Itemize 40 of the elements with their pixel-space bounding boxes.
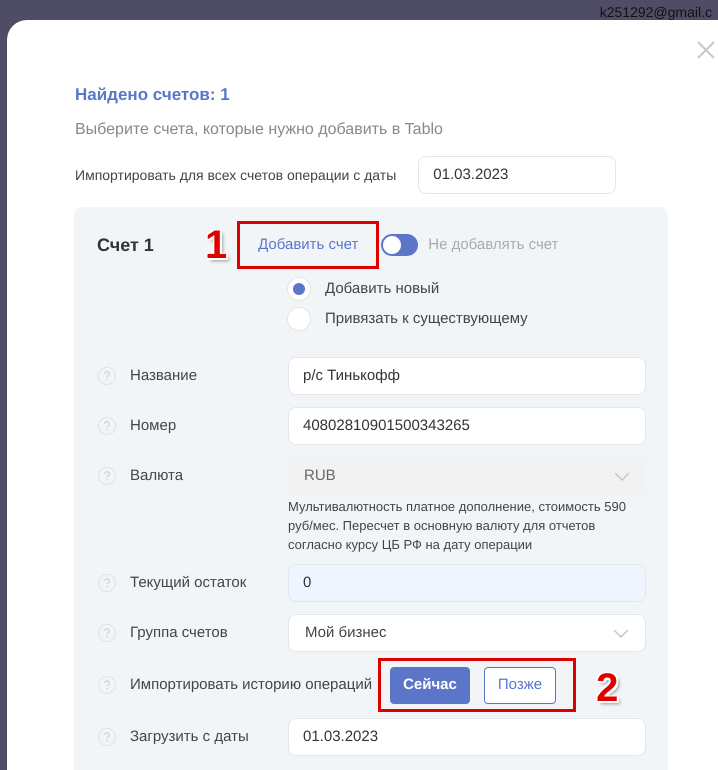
field-label: Импортировать для всех счетов операции с даты <box>75 166 396 185</box>
select-field[interactable]: Мой бизнес <box>288 614 646 652</box>
text-field[interactable]: 0 <box>288 564 646 602</box>
close-icon[interactable] <box>696 40 716 60</box>
chevron-down-icon <box>613 628 629 638</box>
field-note: Мультивалютность платное дополнение, стоимость 590 руб/мес. Пересчет в основную валюту для отчетов согласно курсу ЦБ РФ на дату операции <box>288 498 627 554</box>
import-option-button[interactable]: Позже <box>484 666 556 704</box>
help-icon[interactable] <box>98 676 116 694</box>
help-icon[interactable] <box>98 417 116 435</box>
callout-number: 1 <box>205 225 228 265</box>
help-icon[interactable] <box>98 574 116 592</box>
toggle-switch[interactable] <box>381 234 418 256</box>
radio-label: Добавить новый <box>325 278 440 299</box>
radio-button[interactable] <box>287 277 311 301</box>
callout-number: 2 <box>596 666 618 710</box>
help-icon[interactable] <box>98 367 116 385</box>
chevron-down-icon <box>614 472 630 480</box>
field-label: Импортировать историю операций <box>130 674 372 695</box>
modal-title: Найдено счетов: 1 <box>75 84 231 106</box>
radio-button[interactable] <box>287 307 311 331</box>
field-label: Название <box>130 366 198 386</box>
date-field[interactable]: 01.03.2023 <box>418 156 616 194</box>
user-email: k251292@gmail.c <box>600 4 712 20</box>
field-label: Текущий остаток <box>130 572 248 593</box>
radio-label: Привязать к существующему <box>325 308 528 329</box>
account-title: Счет 1 <box>97 234 155 256</box>
toggle-label: Не добавлять счет <box>428 234 558 255</box>
field-label: Группа счетов <box>130 622 229 643</box>
modal-subtitle: Выберите счета, которые нужно добавить в Tablo <box>75 120 444 140</box>
help-icon[interactable] <box>98 728 116 746</box>
text-field[interactable]: 01.03.2023 <box>288 718 646 756</box>
help-icon[interactable] <box>98 624 116 642</box>
field-label: Загрузить с даты <box>130 726 250 747</box>
text-field[interactable]: р/с Тинькофф <box>288 357 646 395</box>
add-account-link[interactable]: Добавить счет <box>258 234 358 256</box>
field-label: Номер <box>130 416 178 436</box>
text-field[interactable]: 40802810901500343265 <box>288 407 646 445</box>
help-icon[interactable] <box>98 467 116 485</box>
import-option-button[interactable]: Сейчас <box>390 666 470 704</box>
field-label: Валюта <box>130 466 184 486</box>
